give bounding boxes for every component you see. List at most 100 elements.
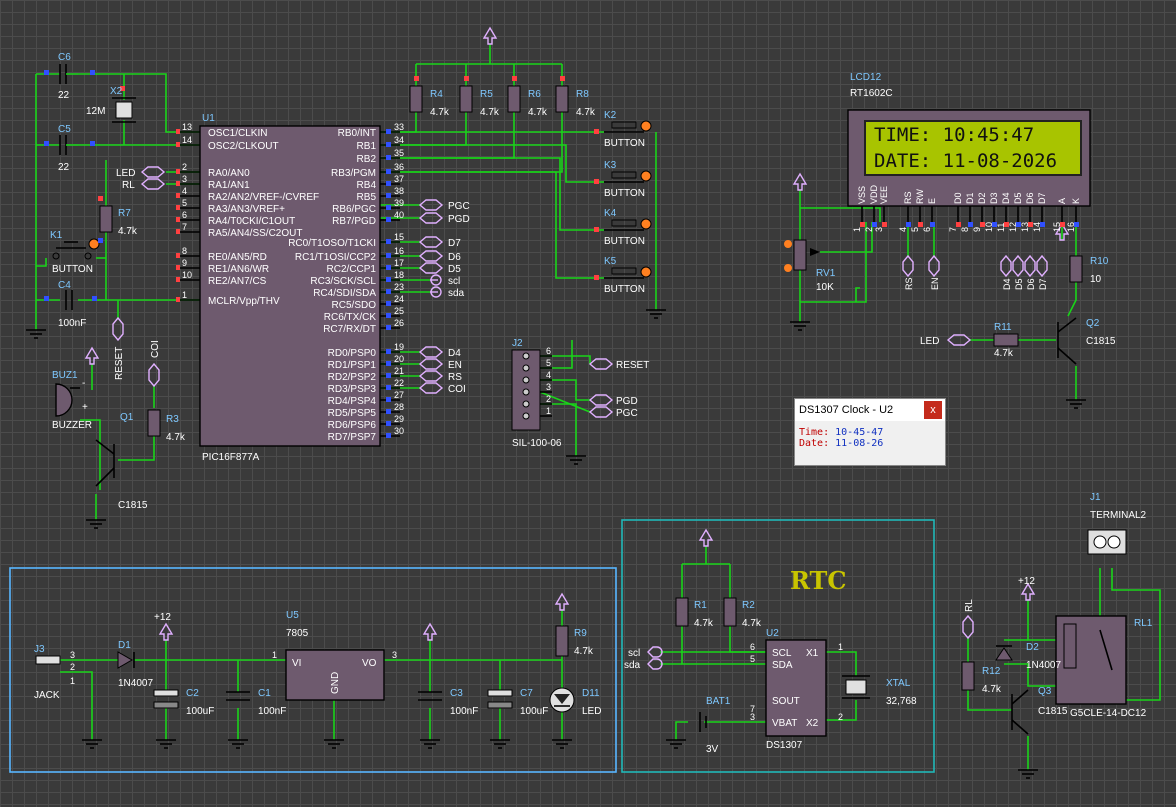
capacitor-c1[interactable]: C1 100nF [226,688,286,717]
bat-ref: BAT1 [706,696,731,707]
svg-text:-: - [82,378,85,389]
capacitor-c3[interactable]: C3 100nF [418,688,478,717]
svg-text:5: 5 [546,358,551,368]
lcd-net-label: D6 [1026,278,1036,290]
potentiometer-rv1[interactable]: RV1 10K [784,239,836,293]
k1-value: BUTTON [52,264,93,275]
transistor-q2[interactable]: Q2 C1815 [1057,317,1116,365]
transistor-q1[interactable]: Q1 C1815 [95,412,148,511]
capacitor-c2[interactable]: C2 100uF [153,688,214,717]
resistor-r7[interactable]: R7 4.7k [98,196,138,243]
resistor-r9[interactable]: R9 4.7k [555,625,594,657]
pullup-ref: R6 [528,89,541,100]
button-value: BUTTON [604,138,645,149]
u2-ref: U2 [766,628,779,639]
mcu-pin-name: RB2 [357,154,377,165]
mcu-pin-num: 28 [394,402,404,412]
mcu-pin-name: RB5 [357,192,377,203]
resistor-r11[interactable]: R11 4.7k LED [920,322,1019,359]
capacitor-c7[interactable]: C7 100uF [487,688,548,717]
popup-time-label: Time: [799,427,830,438]
crystal-x2[interactable]: X2 12M [86,86,136,123]
r9-value: 4.7k [574,646,594,657]
c2-value: 100uF [186,706,214,717]
q3-value: C1815 [1038,706,1068,717]
button-ref: K3 [604,160,617,171]
r7-value: 4.7k [118,226,138,237]
terminal-j1[interactable]: J1 TERMINAL2 [1087,492,1147,555]
svg-text:+: + [82,402,88,413]
lcd-pin-name: K [1071,198,1081,204]
popup-date-label: Date: [799,438,830,449]
net-label-d6: D6 [448,252,461,263]
resistor-r1[interactable]: R1 4.7k [675,597,714,629]
buttons-k2-k5[interactable]: K2 BUTTON K3 BUTTON K4 BUTTON K5 BUTTON [594,110,652,295]
svg-text:2: 2 [70,662,75,672]
header-j2[interactable]: 6 5 4 3 2 1 RESET PGDPGC J2 SIL-100-06 [511,338,649,449]
u2-scl: SCL [772,648,792,659]
mcu-pin-name: RE2/AN7/CS [208,276,267,287]
d2-ref: D2 [1026,642,1039,653]
c2-ref: C2 [186,688,199,699]
crystal-xtal[interactable]: XTAL 32,768 [842,675,917,707]
capacitor-c5[interactable]: C5 22 [44,124,95,173]
r12-ref: R12 [982,666,1001,677]
capacitor-c4[interactable]: C4 100nF [44,280,97,329]
u2-sout: SOUT [772,696,800,707]
popup-title[interactable]: DS1307 Clock - U2 [795,399,945,421]
mcu-pin-num: 4 [182,186,187,196]
popup-time-value: 10-45-47 [835,427,884,438]
u5-ref: U5 [286,610,299,621]
battery-bat1[interactable]: BAT1 3V [699,696,731,755]
mcu-u1[interactable]: U1 PIC16F877A 13OSC1/CLKIN14OSC2/CLKOUT2… [176,113,404,463]
relay-rl1[interactable]: RL1 G5CLE-14-DC12 [1055,615,1153,719]
mcu-pin-name: RC7/RX/DT [323,324,376,335]
net-label-scl: scl [448,276,460,287]
close-icon[interactable]: x [924,401,942,419]
diode-d1[interactable]: D1 1N4007 [117,640,153,689]
button-k1[interactable]: K1 BUTTON [50,230,100,275]
u2-x2: X2 [806,718,819,729]
mcu-pin-num: 33 [394,122,404,132]
svg-text:1: 1 [546,406,551,416]
lcd-pin-name: D1 [965,192,975,204]
mcu-pin-name: RC0/T1OSO/T1CKI [288,238,376,249]
regulator-u5[interactable]: U5 7805 VI VO GND 1 3 [272,610,397,701]
pullup-value: 4.7k [528,107,548,118]
j2-net-pgd: PGD [616,396,638,407]
diode-d2[interactable]: D2 1N4007 [995,642,1061,671]
popup-date-value: 11-08-26 [835,438,884,449]
net-label-d7: D7 [448,238,461,249]
lcd-pin-name: D4 [1001,192,1011,204]
pullup-resistors[interactable]: R4 4.7k R5 4.7k R6 4.7k R8 4.7k [409,76,596,118]
c6-value: 22 [58,90,70,101]
u2-vbat: VBAT [772,718,797,729]
lcd-pin-num: 6 [922,227,932,232]
resistor-r2[interactable]: R2 4.7k [723,597,762,629]
u5-gnd: GND [330,672,341,694]
svg-text:COI: COI [150,340,161,358]
mcu-pin-num: 9 [182,258,187,268]
d1-value: 1N4007 [118,678,153,689]
capacitor-c6[interactable]: C6 22 [44,52,95,101]
lcd-pin-name: E [927,198,937,204]
lcd-module[interactable]: LCD12 RT1602C VSS 1 VDD 2 VEE 3 RS 4 RW 5 E 6 D0 7 D1 8… [847,72,1091,290]
lcd-pin-num: 8 [960,227,970,232]
mcu-pin-name: OSC2/CLKOUT [208,141,279,152]
r1-ref: R1 [694,600,707,611]
svg-text:2: 2 [838,712,843,722]
ds1307-clock-popup[interactable]: DS1307 Clock - U2 x Time: 10-45-47 Date:… [794,398,946,466]
mcu-pin-name: RC5/SDO [332,300,377,311]
lcd-ref: LCD12 [850,72,882,83]
rtc-u2[interactable]: U2 DS1307 SCL SDA X1 SOUT VBAT X2 65 73 … [624,628,843,751]
buzzer-buz1[interactable]: BUZ1 BUZZER - + [52,370,92,431]
r3-value: 4.7k [166,432,186,443]
net-label-d4: D4 [448,348,461,359]
j2-ref: J2 [512,338,523,349]
led-d11[interactable]: D11 LED [549,687,601,717]
resistor-r10[interactable]: R10 10 [1069,255,1109,285]
mcu-pin-num: 19 [394,342,404,352]
d11-value: LED [582,706,601,717]
mcu-pin-name: RB3/PGM [331,168,376,179]
mcu-pin-name: RB0/INT [338,128,376,139]
